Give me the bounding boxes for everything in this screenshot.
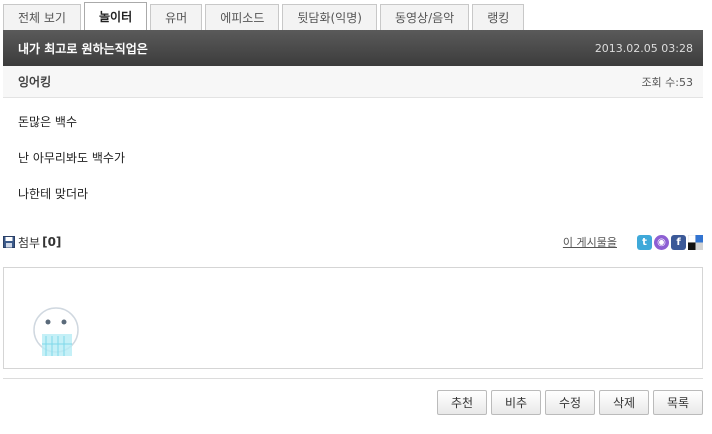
tab-playground[interactable]: 놀이터: [83, 2, 148, 30]
post-meta-row: 잉어킹 조회 수:53: [3, 66, 703, 98]
board-tabs: 전체 보기 놀이터 유머 에피소드 뒷담화(익명) 동영상/음악 랭킹: [3, 2, 527, 30]
tab-episode[interactable]: 에피소드: [205, 4, 280, 30]
tab-ranking[interactable]: 랭킹: [472, 4, 525, 30]
tab-gossip[interactable]: 뒷담화(익명): [282, 4, 377, 30]
signature-box: [3, 267, 703, 369]
share-area: 이 게시물을 t ◉ f: [563, 234, 703, 250]
tab-humor[interactable]: 유머: [150, 4, 203, 30]
attachment-count: [0]: [42, 235, 62, 249]
delicious-icon[interactable]: [688, 234, 703, 250]
post-line: 난 아무리봐도 백수가: [18, 151, 125, 165]
robot-avatar-icon: [33, 307, 79, 356]
post-date: 2013.02.05 03:28: [594, 41, 693, 55]
recommend-button[interactable]: 추천: [437, 390, 487, 415]
attachment-share-row: 첨부 [0] 이 게시물을 t ◉ f: [3, 232, 703, 252]
post-content: 돈많은 백수 난 아무리봐도 백수가 나한테 맞더라: [18, 113, 698, 221]
me2day-icon[interactable]: ◉: [654, 234, 669, 250]
delete-button[interactable]: 삭제: [599, 390, 649, 415]
attachment[interactable]: 첨부 [0]: [3, 234, 61, 251]
post-author[interactable]: 잉어킹: [18, 73, 51, 90]
post-line: 돈많은 백수: [18, 115, 78, 129]
edit-button[interactable]: 수정: [545, 390, 595, 415]
facebook-icon[interactable]: f: [671, 234, 686, 250]
twitter-icon[interactable]: t: [637, 234, 652, 250]
unrecommend-button[interactable]: 비추: [491, 390, 541, 415]
floppy-disk-icon: [3, 236, 15, 248]
post-actions: 추천 비추 수정 삭제 목록: [433, 390, 703, 415]
list-button[interactable]: 목록: [653, 390, 703, 415]
attachment-label: 첨부: [18, 235, 41, 250]
divider: [3, 378, 703, 379]
tab-all[interactable]: 전체 보기: [3, 4, 81, 30]
post-title: 내가 최고로 원하는직업은: [18, 41, 148, 56]
share-link[interactable]: 이 게시물을: [563, 234, 617, 250]
post-title-bar: 내가 최고로 원하는직업은 2013.02.05 03:28: [3, 30, 703, 66]
tab-video-music[interactable]: 동영상/음악: [379, 4, 470, 30]
view-count: 조회 수:53: [641, 75, 693, 89]
post-line: 나한테 맞더라: [18, 187, 89, 201]
